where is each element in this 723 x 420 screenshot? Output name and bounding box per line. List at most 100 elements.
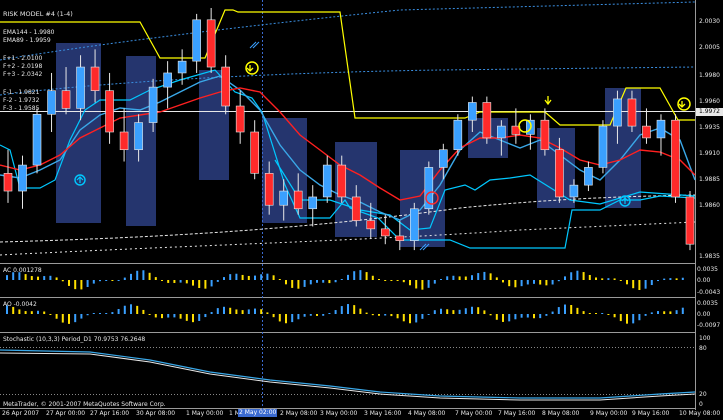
- time-label: 9 May 00:00: [590, 410, 628, 417]
- histogram-bar: [111, 280, 114, 281]
- time-label: 8 May 08:00: [542, 410, 580, 417]
- histogram-bar: [241, 310, 244, 314]
- time-label: 4 May 08:00: [408, 410, 446, 417]
- histogram-bar: [378, 279, 380, 280]
- time-label: 10 May 08:00: [679, 410, 721, 417]
- candle-body: [540, 119, 550, 151]
- histogram-bar: [489, 314, 492, 316]
- histogram-bar: [576, 307, 579, 314]
- histogram-bar: [613, 278, 616, 280]
- candle-body: [76, 66, 85, 109]
- stoch-tick: 80: [699, 345, 707, 352]
- histogram-bar: [161, 280, 163, 281]
- histogram-bar: [595, 313, 597, 314]
- histogram-bar: [86, 314, 89, 316]
- histogram-bar: [607, 278, 610, 280]
- histogram-bar: [359, 308, 362, 314]
- candle-body: [206, 19, 216, 68]
- histogram-bar: [154, 277, 157, 280]
- histogram-bar: [173, 314, 176, 318]
- candle-body: [90, 66, 100, 91]
- histogram-bar: [185, 280, 188, 284]
- time-label: 9 May 16:00: [632, 410, 670, 417]
- histogram-bar: [520, 280, 523, 287]
- histogram-bar: [55, 277, 58, 280]
- histogram-bar: [508, 314, 511, 322]
- histogram-bar: [80, 314, 83, 319]
- histogram-bar: [440, 308, 442, 314]
- price-tick: 1.9960: [699, 98, 720, 105]
- histogram-bar: [570, 272, 573, 280]
- histogram-bar: [55, 314, 58, 319]
- histogram-bar: [328, 313, 331, 314]
- candle-body: [656, 119, 666, 139]
- candle-body: [177, 60, 187, 74]
- candle-body: [32, 113, 42, 166]
- candle-body: [497, 125, 506, 139]
- candle-body: [627, 98, 637, 127]
- chart-canvas[interactable]: [0, 0, 723, 420]
- candle-body: [47, 90, 56, 115]
- histogram-bar: [291, 314, 294, 323]
- histogram-bar: [99, 280, 101, 282]
- histogram-bar: [570, 305, 573, 314]
- candle-body: [221, 66, 230, 107]
- histogram-bar: [390, 314, 393, 317]
- histogram-bar: [681, 307, 684, 314]
- price-tick: 1.9835: [699, 253, 720, 260]
- candle-body: [642, 125, 651, 139]
- histogram-bar: [316, 280, 318, 283]
- candle-body: [337, 164, 347, 198]
- candle-body: [555, 149, 564, 198]
- stochastic-label: Stochastic (10,3,3) Period_D1 70.9753 76…: [3, 336, 146, 343]
- histogram-bar: [210, 280, 213, 287]
- histogram-bar: [409, 280, 411, 286]
- time-label: 7 May 00:00: [455, 410, 493, 417]
- histogram-bar: [632, 280, 635, 289]
- histogram-bar: [675, 278, 678, 280]
- histogram-bar: [24, 311, 27, 314]
- histogram-bar: [247, 275, 250, 280]
- histogram-bar: [464, 276, 467, 280]
- histogram-bar: [650, 280, 653, 286]
- histogram-bar: [557, 307, 560, 314]
- histogram-bar: [657, 311, 659, 314]
- histogram-bar: [37, 310, 39, 314]
- stoch-tick: 100: [699, 335, 711, 342]
- histogram-bar: [588, 313, 591, 314]
- ac-tick: -0.0043: [697, 289, 721, 296]
- histogram-bar: [619, 280, 622, 281]
- ac-tick: 0.0035: [697, 266, 718, 273]
- candle-body: [192, 19, 201, 62]
- cursor-time-highlight: 2 May 02:00: [238, 409, 278, 417]
- histogram-bar: [526, 314, 529, 318]
- histogram-bar: [235, 309, 238, 314]
- price-tick: 1.9885: [699, 176, 720, 183]
- candle-body: [685, 196, 695, 245]
- candle-body: [395, 235, 405, 241]
- histogram-bar: [446, 309, 449, 314]
- histogram-bar: [452, 310, 455, 314]
- histogram-bar: [415, 280, 418, 289]
- histogram-bar: [334, 280, 337, 283]
- histogram-bar: [198, 280, 201, 289]
- candle-body: [453, 119, 463, 151]
- histogram-bar: [216, 308, 219, 314]
- histogram-bar: [619, 314, 622, 322]
- histogram-bar: [539, 280, 542, 285]
- histogram-bar: [582, 272, 585, 280]
- histogram-bar: [675, 310, 678, 314]
- candle-body: [235, 105, 245, 133]
- candle-body: [119, 131, 129, 151]
- histogram-bar: [92, 313, 95, 314]
- histogram-bar: [80, 280, 83, 290]
- histogram-bar: [154, 314, 157, 318]
- histogram-bar: [74, 314, 77, 323]
- ema89-label: EMA89 - 1.9959: [3, 37, 51, 44]
- candle-body: [482, 102, 492, 139]
- histogram-bar: [328, 280, 331, 284]
- histogram-bar: [297, 314, 300, 320]
- histogram-bar: [514, 280, 517, 288]
- histogram-bar: [502, 280, 504, 283]
- ao-label: AO -0.0042: [3, 301, 37, 308]
